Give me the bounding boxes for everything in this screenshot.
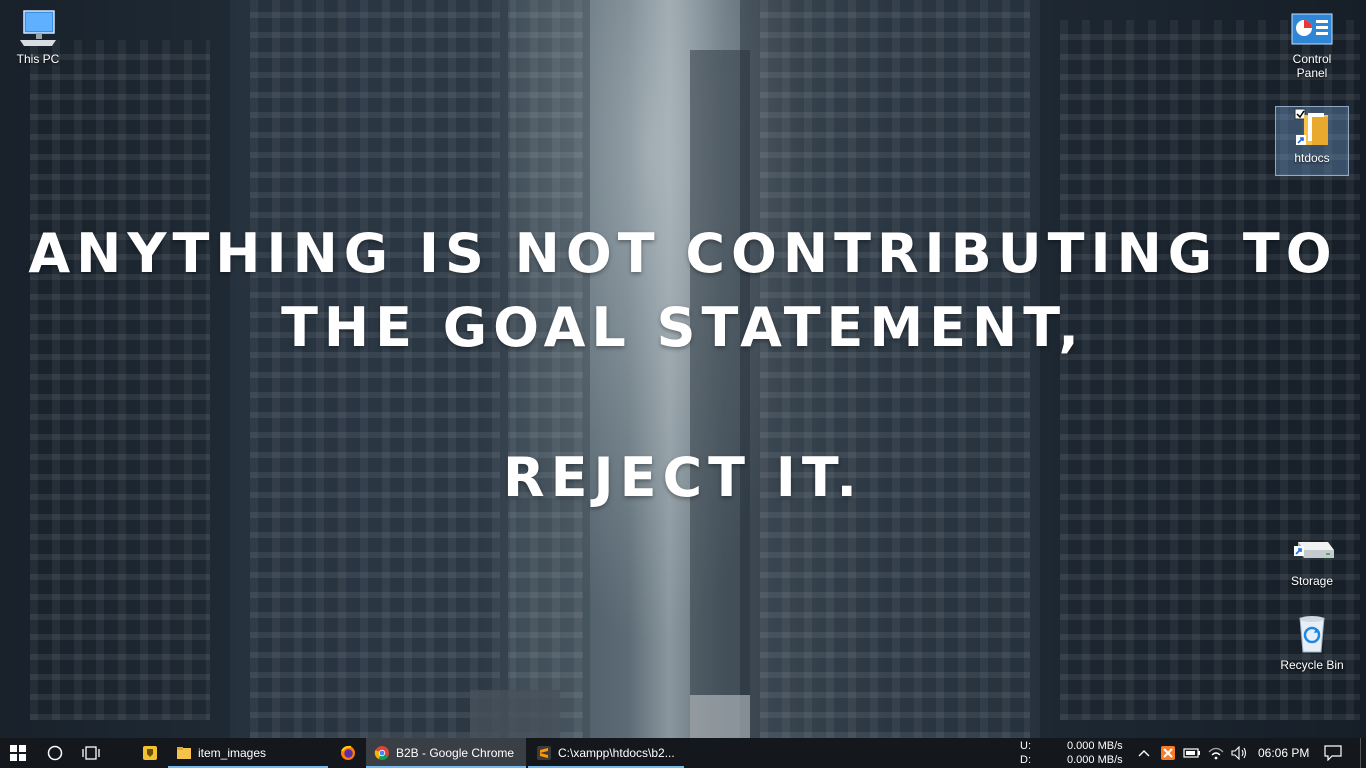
speaker-icon xyxy=(1231,746,1247,760)
desktop-icon-label: Recycle Bin xyxy=(1280,658,1344,672)
desktop-wallpaper xyxy=(0,0,1366,738)
wallpaper-bus xyxy=(470,690,560,738)
taskbar-app-label: C:\xampp\htdocs\b2... xyxy=(558,746,675,760)
taskbar-clock[interactable]: 06:06 PM xyxy=(1258,746,1309,760)
show-hidden-icons-button[interactable] xyxy=(1136,738,1152,768)
folder-shortcut-icon xyxy=(1290,107,1334,147)
disk-u-label: U: xyxy=(1020,740,1031,752)
desktop-icon-recycle-bin[interactable]: Recycle Bin xyxy=(1276,614,1348,672)
sublime-icon xyxy=(537,746,551,760)
disk-d-rate: 0.000 MB/s xyxy=(1067,754,1123,766)
windows-logo-icon xyxy=(10,745,26,761)
taskbar-app-chrome[interactable]: B2B - Google Chrome xyxy=(366,738,526,768)
wallpaper-quote-line3: REJECT IT. xyxy=(503,446,863,509)
taskbar-app-item-images[interactable]: item_images xyxy=(168,738,328,768)
taskbar: item_images B2B - Google Chrome C:\xampp… xyxy=(0,738,1366,768)
desktop-icon-control-panel[interactable]: Control Panel xyxy=(1276,8,1348,80)
desktop-icon-this-pc[interactable]: This PC xyxy=(2,8,74,66)
wallpaper-building xyxy=(0,0,230,738)
folder-icon xyxy=(177,747,191,759)
chevron-up-icon xyxy=(1138,750,1150,757)
firefox-icon xyxy=(341,745,355,760)
wallpaper-building xyxy=(740,0,1040,738)
tray-volume[interactable] xyxy=(1230,738,1250,768)
cortana-button[interactable] xyxy=(38,738,72,768)
wallpaper-quote-line2: THE GOAL STATEMENT, xyxy=(281,296,1085,359)
pinned-app-icon xyxy=(143,746,157,760)
taskbar-app-label: B2B - Google Chrome xyxy=(396,746,515,760)
wifi-icon xyxy=(1208,747,1224,760)
taskbar-app-label: item_images xyxy=(198,746,267,760)
notification-icon xyxy=(1324,745,1342,761)
desktop-icon-label: Storage xyxy=(1290,574,1334,588)
battery-icon xyxy=(1183,748,1200,758)
desktop-icon-storage[interactable]: Storage xyxy=(1276,530,1348,588)
show-desktop-button[interactable] xyxy=(1360,738,1366,768)
start-button[interactable] xyxy=(0,738,36,768)
tray-battery[interactable] xyxy=(1182,738,1202,768)
action-center-button[interactable] xyxy=(1318,738,1348,768)
chrome-icon xyxy=(374,746,389,760)
desktop-icon-htdocs[interactable]: htdocs xyxy=(1275,106,1349,176)
recycle-bin-icon xyxy=(1290,614,1334,654)
taskbar-pinned-app[interactable] xyxy=(134,738,166,768)
taskbar-app-sublime[interactable]: C:\xampp\htdocs\b2... xyxy=(528,738,684,768)
drive-shortcut-icon xyxy=(1290,530,1334,570)
tray-xampp[interactable] xyxy=(1158,738,1178,768)
xampp-icon xyxy=(1161,746,1175,760)
wallpaper-quote-line1: ANYTHING IS NOT CONTRIBUTING TO xyxy=(28,222,1338,285)
taskbar-firefox[interactable] xyxy=(332,738,364,768)
desktop-icon-label: htdocs xyxy=(1294,151,1330,165)
disk-u-rate: 0.000 MB/s xyxy=(1067,740,1123,752)
wallpaper-building xyxy=(230,0,510,738)
cortana-circle-icon xyxy=(47,745,63,761)
task-view-button[interactable] xyxy=(74,738,108,768)
wallpaper-truck xyxy=(690,695,750,738)
tray-wifi[interactable] xyxy=(1206,738,1226,768)
desktop-icon-label: This PC xyxy=(16,52,60,66)
task-view-icon xyxy=(82,746,100,760)
computer-icon xyxy=(16,8,60,48)
disk-d-label: D: xyxy=(1020,754,1031,766)
desktop-icon-label: Control Panel xyxy=(1292,52,1332,80)
wallpaper-building xyxy=(500,0,590,738)
control-panel-icon xyxy=(1290,8,1334,48)
